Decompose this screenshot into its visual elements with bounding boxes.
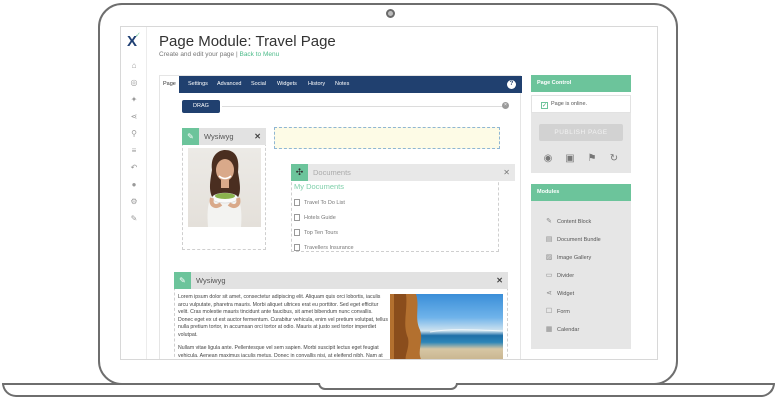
close-icon[interactable]: ✕ xyxy=(503,164,510,181)
wysiwyg-widget-header[interactable]: ✎ Wysiwyg ✕ xyxy=(182,128,266,145)
close-icon[interactable]: ✕ xyxy=(254,128,261,145)
move-icon[interactable]: ✣ xyxy=(291,164,308,181)
paragraph: Nullam vitae ligula ante. Pellentesque v… xyxy=(178,345,383,359)
eye-icon[interactable]: ◉ xyxy=(541,153,555,165)
edit-icon[interactable]: ✎ xyxy=(182,128,199,145)
tab-notes[interactable]: Notes xyxy=(332,76,352,93)
screen: X ✓ ⌂ ◎ ✦ ⋖ ⚲ ≡ ↶ ● ⚙ ✎ Page Module: Tra… xyxy=(120,26,658,360)
tab-bar: Page Settings Advanced Social Widgets Hi… xyxy=(160,76,522,93)
drop-placeholder[interactable] xyxy=(274,127,500,149)
home-icon[interactable]: ⌂ xyxy=(129,61,139,71)
document-icon xyxy=(294,214,300,221)
document-icon xyxy=(294,244,300,251)
puzzle-icon[interactable]: ✦ xyxy=(129,95,139,105)
wysiwyg-widget-header[interactable]: ✎ Wysiwyg ✕ xyxy=(174,272,508,289)
module-content-block[interactable]: ✎ Content Block xyxy=(545,217,591,225)
module-document-bundle[interactable]: ▤ Document Bundle xyxy=(545,235,601,243)
subtitle-text: Create and edit your page | xyxy=(159,51,238,58)
beach-photo xyxy=(390,294,503,359)
tab-page[interactable]: Page xyxy=(160,76,179,93)
share-icon: ⋖ xyxy=(546,290,552,297)
search-icon[interactable]: ⚲ xyxy=(129,129,139,139)
edit-icon[interactable]: ✎ xyxy=(174,272,191,289)
document-item[interactable]: Hotels Guide xyxy=(294,214,336,221)
publish-page-button[interactable]: PUBLISH PAGE xyxy=(539,124,623,141)
reply-icon[interactable]: ↶ xyxy=(129,163,139,173)
tab-settings[interactable]: Settings xyxy=(185,76,211,93)
dashboard-icon[interactable]: ◎ xyxy=(129,78,139,88)
wysiwyg-body-text[interactable]: Lorem ipsum dolor sit amet, consectetur … xyxy=(178,294,388,359)
wrench-icon[interactable]: ✎ xyxy=(129,214,139,224)
tab-social[interactable]: Social xyxy=(248,76,269,93)
widget-label: Wysiwyg xyxy=(204,132,234,141)
refresh-icon[interactable]: ↻ xyxy=(607,153,621,165)
drag-handle[interactable]: DRAG xyxy=(182,100,220,113)
check-icon[interactable]: ✓ xyxy=(541,102,548,109)
tab-advanced[interactable]: Advanced xyxy=(214,76,244,93)
status-text: Page is online. xyxy=(551,101,588,107)
tab-history[interactable]: History xyxy=(305,76,328,93)
sidebar: X ✓ ⌂ ◎ ✦ ⋖ ⚲ ≡ ↶ ● ⚙ ✎ xyxy=(121,27,147,359)
settings-icon[interactable]: ⚙ xyxy=(129,197,139,207)
close-icon[interactable]: ✕ xyxy=(496,272,503,289)
documents-widget-header[interactable]: ✣ Documents ✕ xyxy=(291,164,515,181)
pencil-icon: ✎ xyxy=(546,218,552,225)
paragraph: Lorem ipsum dolor sit amet, consectetur … xyxy=(178,294,388,338)
page-status: ✓ Page is online. xyxy=(531,95,631,113)
document-item[interactable]: Travellers Insurance xyxy=(294,244,354,251)
page-editor: Page Settings Advanced Social Widgets Hi… xyxy=(159,75,522,359)
document-item[interactable]: Top Ten Tours xyxy=(294,229,338,236)
module-calendar[interactable]: ▦ Calendar xyxy=(545,325,580,333)
divider-icon: ▭ xyxy=(545,272,553,279)
form-icon: ☐ xyxy=(545,308,553,315)
document-icon xyxy=(294,199,300,206)
help-icon[interactable]: ? xyxy=(507,80,516,89)
image-icon: ▨ xyxy=(545,254,553,261)
tab-widgets[interactable]: Widgets xyxy=(274,76,300,93)
row-close-icon[interactable]: × xyxy=(502,102,509,109)
page-control-header: Page Control xyxy=(531,75,631,92)
document-icon: ▤ xyxy=(545,236,553,243)
row-divider xyxy=(222,106,507,107)
widget-label: Wysiwyg xyxy=(196,276,226,285)
document-item[interactable]: Travel To Do List xyxy=(294,199,345,206)
page-title: Page Module: Travel Page xyxy=(159,33,336,50)
module-widget[interactable]: ⋖ Widget xyxy=(545,289,574,297)
widget-label: Documents xyxy=(313,168,351,177)
modules-header: Modules xyxy=(531,184,631,201)
user-icon[interactable]: ● xyxy=(129,180,139,190)
flag-icon[interactable]: ⚑ xyxy=(585,153,599,165)
back-to-menu-link[interactable]: Back to Menu xyxy=(239,51,279,58)
woman-photo xyxy=(188,148,261,227)
laptop-notch xyxy=(318,383,458,390)
logo-tick-icon: ✓ xyxy=(135,32,141,39)
list-icon[interactable]: ≡ xyxy=(129,146,139,156)
module-form[interactable]: ☐ Form xyxy=(545,307,570,315)
documents-title: My Documents xyxy=(294,182,345,191)
module-image-gallery[interactable]: ▨ Image Gallery xyxy=(545,253,592,261)
camera-icon xyxy=(386,9,395,18)
calendar-icon: ▦ xyxy=(545,326,553,333)
save-icon[interactable]: ▣ xyxy=(563,153,577,165)
document-icon xyxy=(294,229,300,236)
module-divider[interactable]: ▭ Divider xyxy=(545,271,574,279)
share-icon[interactable]: ⋖ xyxy=(129,112,139,122)
page-subtitle: Create and edit your page | Back to Menu xyxy=(159,51,279,58)
